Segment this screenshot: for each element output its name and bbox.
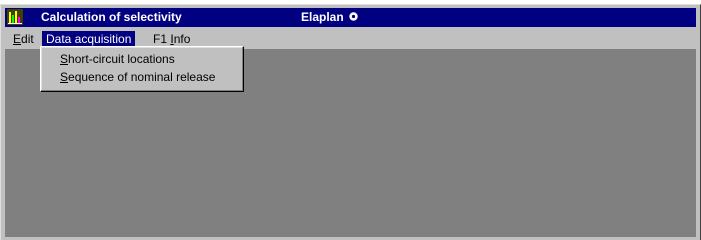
menu-edit-accel: E [13, 32, 22, 46]
chart-bars-icon[interactable] [7, 9, 23, 25]
menu-data-acquisition[interactable]: Data acquisition [42, 31, 136, 47]
menu-f1-info-label: nfo [173, 32, 191, 46]
short-circuit-accel: S [60, 52, 69, 66]
menu-f1-info[interactable]: F1 Info [149, 31, 194, 47]
menu-edit[interactable]: Edit [9, 31, 38, 47]
data-acquisition-dropdown: Short-circuit locations Sequence of nomi… [40, 46, 244, 92]
menu-item-short-circuit-locations[interactable]: Short-circuit locations [44, 50, 240, 68]
short-circuit-label: hort-circuit locations [68, 52, 175, 66]
menu-edit-label: dit [21, 32, 34, 46]
sequence-label: equence of nominal release [68, 70, 216, 84]
product-name: Elaplan [301, 10, 358, 25]
menu-data-acquisition-label: Data acquisition [46, 32, 132, 46]
title-bar[interactable]: Calculation of selectivity Elaplan [5, 8, 696, 27]
sequence-accel: S [60, 70, 69, 84]
menu-item-sequence-of-nominal-release[interactable]: Sequence of nominal release [44, 68, 240, 86]
product-name-text: Elaplan [301, 10, 344, 24]
registered-circle-icon [348, 12, 358, 21]
application-window: Calculation of selectivity Elaplan Edit … [0, 4, 701, 240]
menu-f1-info-prefix: F1 [153, 32, 171, 46]
window-title: Calculation of selectivity [41, 10, 182, 24]
